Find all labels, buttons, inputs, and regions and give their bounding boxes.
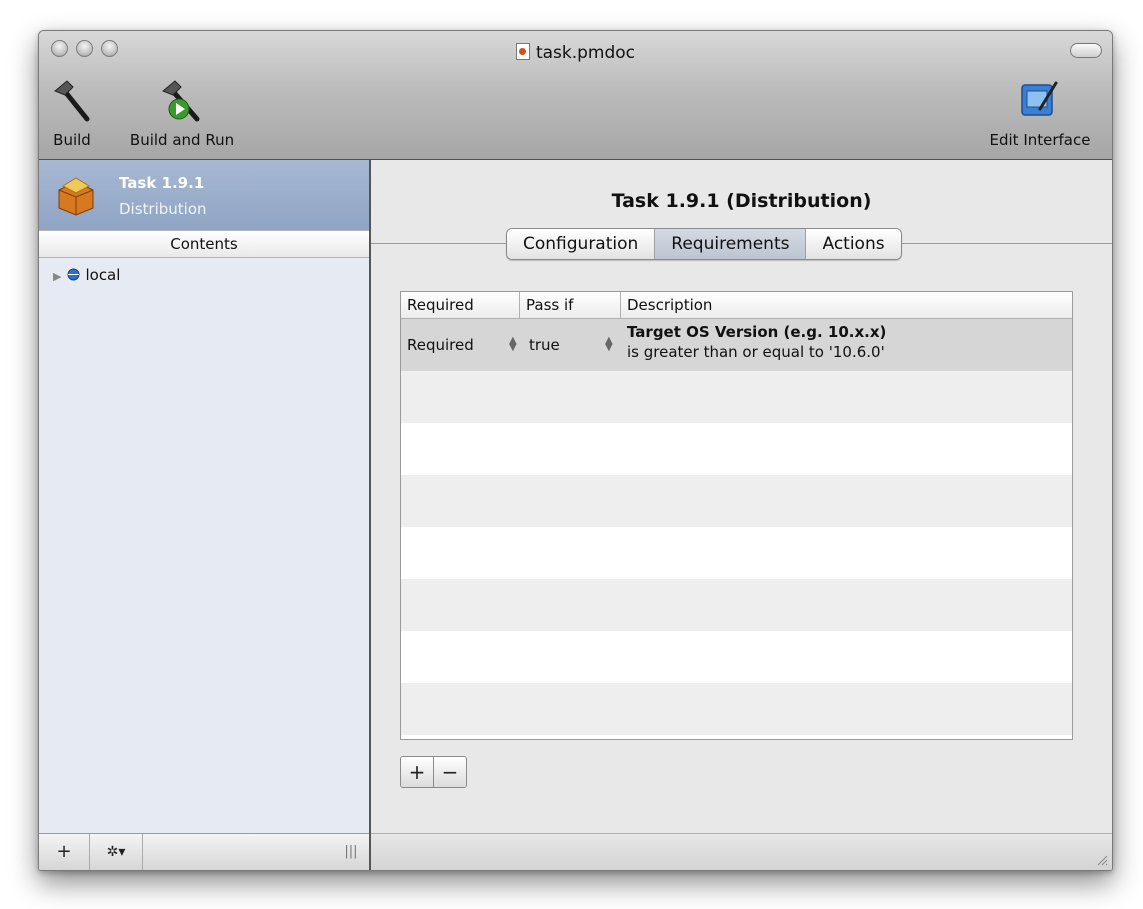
column-header-pass-if[interactable]: Pass if bbox=[520, 292, 621, 318]
table-row-empty bbox=[401, 475, 1072, 527]
contents-header: Contents bbox=[39, 230, 369, 258]
tree-item-label: local bbox=[85, 266, 121, 284]
tree-item-local[interactable]: ▶ local bbox=[53, 266, 120, 284]
page-title: Task 1.9.1 (Distribution) bbox=[611, 190, 872, 212]
description-detail: is greater than or equal to '10.6.0' bbox=[627, 343, 885, 361]
toolbar-toggle-button[interactable] bbox=[1070, 43, 1102, 58]
main-footer bbox=[371, 833, 1112, 870]
sidebar: Task 1.9.1 Distribution Contents ▶ local… bbox=[39, 160, 371, 870]
column-header-description[interactable]: Description bbox=[621, 292, 1072, 318]
resize-grip-icon[interactable] bbox=[1096, 854, 1108, 866]
tab-bar: Configuration Requirements Actions bbox=[506, 228, 902, 260]
build-and-run-label: Build and Run bbox=[129, 131, 235, 149]
sidebar-item-distribution[interactable]: Task 1.9.1 Distribution bbox=[39, 160, 369, 230]
package-icon bbox=[58, 177, 94, 216]
build-button[interactable]: Build bbox=[49, 79, 95, 153]
hammer-play-icon bbox=[162, 80, 200, 122]
table-row-empty bbox=[401, 631, 1072, 683]
table-row-empty bbox=[401, 423, 1072, 475]
action-menu-button[interactable]: ✲▾ bbox=[90, 834, 143, 870]
tab-requirements[interactable]: Requirements bbox=[655, 229, 807, 259]
window-title-text: task.pmdoc bbox=[535, 43, 636, 63]
add-requirement-button[interactable]: + bbox=[401, 757, 433, 787]
title-toolbar: task.pmdoc Build Build and Run Edit Inte… bbox=[39, 31, 1112, 160]
app-window: task.pmdoc Build Build and Run Edit Inte… bbox=[38, 30, 1113, 871]
column-header-required[interactable]: Required bbox=[401, 292, 520, 318]
sidebar-item-subtitle: Distribution bbox=[119, 200, 207, 218]
sidebar-item-title: Task 1.9.1 bbox=[119, 174, 205, 192]
disclosure-triangle-icon[interactable]: ▶ bbox=[53, 270, 61, 283]
required-popup[interactable]: Required bbox=[407, 336, 474, 354]
required-stepper-icon[interactable]: ▲ ▼ bbox=[509, 336, 517, 353]
globe-icon bbox=[67, 268, 80, 281]
table-row-empty bbox=[401, 527, 1072, 579]
pass-if-stepper-icon[interactable]: ▲ ▼ bbox=[605, 336, 613, 353]
tab-actions[interactable]: Actions bbox=[806, 229, 901, 259]
requirements-table: Required Pass if Description Required ▲ ▼… bbox=[400, 291, 1073, 740]
edit-interface-icon bbox=[1021, 81, 1058, 116]
window-title: task.pmdoc bbox=[39, 43, 1112, 63]
edit-interface-button[interactable]: Edit Interface bbox=[977, 79, 1103, 153]
remove-requirement-button[interactable]: − bbox=[433, 757, 466, 787]
table-row[interactable]: Required ▲ ▼ true ▲ ▼ Target OS Version (e… bbox=[401, 319, 1072, 371]
tab-configuration[interactable]: Configuration bbox=[507, 229, 656, 259]
hammer-icon bbox=[54, 80, 90, 122]
add-item-button[interactable]: + bbox=[39, 834, 90, 870]
document-icon bbox=[515, 43, 530, 60]
build-label: Build bbox=[53, 131, 91, 149]
splitter-handle[interactable]: ||| bbox=[339, 834, 363, 870]
build-and-run-button[interactable]: Build and Run bbox=[119, 79, 245, 153]
table-row-empty bbox=[401, 371, 1072, 423]
add-remove-controls: + − bbox=[400, 756, 467, 788]
edit-interface-label: Edit Interface bbox=[989, 131, 1091, 149]
pass-if-popup[interactable]: true bbox=[529, 336, 560, 354]
table-header: Required Pass if Description bbox=[401, 292, 1072, 319]
sidebar-footer: + ✲▾ ||| bbox=[39, 833, 369, 870]
table-row-empty bbox=[401, 683, 1072, 735]
description-title: Target OS Version (e.g. 10.x.x) bbox=[627, 323, 887, 341]
table-row-empty bbox=[401, 579, 1072, 631]
main-panel: Task 1.9.1 (Distribution) Configuration … bbox=[371, 160, 1112, 870]
